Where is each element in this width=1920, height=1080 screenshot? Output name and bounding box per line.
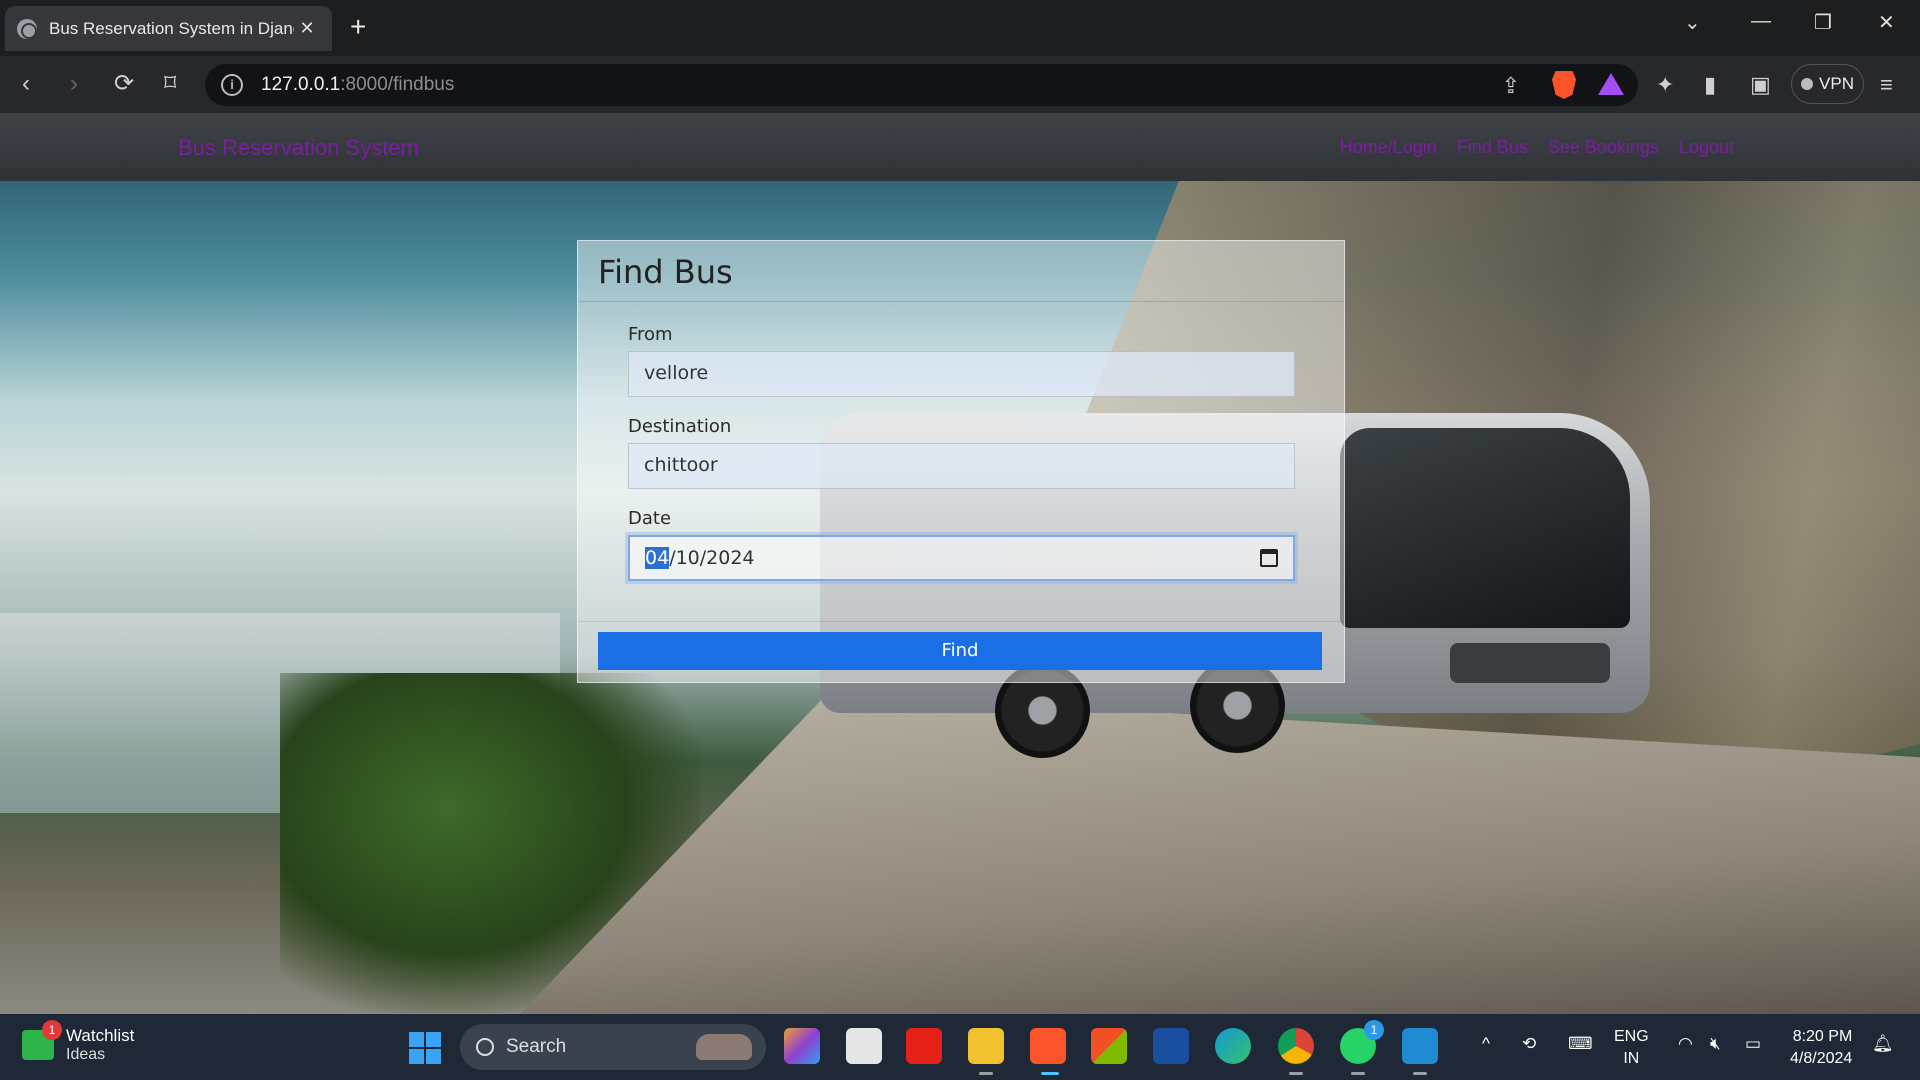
- menu-icon[interactable]: ≡: [1880, 72, 1893, 98]
- calendar-icon[interactable]: [1260, 549, 1278, 567]
- keyboard-icon[interactable]: ⌨: [1568, 1034, 1593, 1054]
- from-field-group: From vellore: [628, 324, 1295, 397]
- vscode-running-indicator: [1413, 1072, 1427, 1075]
- show-hidden-icons-chevron[interactable]: ^: [1482, 1034, 1490, 1054]
- new-tab-button[interactable]: +: [350, 12, 366, 42]
- chrome-running-indicator: [1289, 1072, 1303, 1075]
- globe-icon: [17, 18, 37, 39]
- vpn-button[interactable]: VPN: [1791, 64, 1864, 104]
- share-icon[interactable]: ⇪: [1502, 73, 1520, 99]
- microsoft-store-icon[interactable]: [1091, 1028, 1127, 1064]
- sidebar-toggle-icon[interactable]: ▮: [1704, 72, 1716, 98]
- notification-bell-icon[interactable]: 🔔︎: [1872, 1034, 1894, 1054]
- brave-shields-icon[interactable]: [1552, 71, 1576, 99]
- nav-link-find-bus[interactable]: Find Bus: [1457, 137, 1528, 158]
- taskbar-search[interactable]: Search: [460, 1024, 766, 1070]
- extensions-icon[interactable]: ✦: [1656, 72, 1674, 98]
- url-text[interactable]: 127.0.0.1:8000/findbus: [261, 74, 454, 96]
- site-info-icon[interactable]: i: [221, 74, 243, 96]
- watchlist-badge: 1: [42, 1020, 62, 1040]
- system-clock[interactable]: 8:20 PM 4/8/2024: [1790, 1026, 1852, 1070]
- chrome-browser-icon[interactable]: [1278, 1028, 1314, 1064]
- windows-start-icon[interactable]: [409, 1032, 441, 1064]
- sync-icon[interactable]: ⟲: [1522, 1034, 1536, 1054]
- date-month-segment[interactable]: 04: [645, 547, 670, 569]
- page-title: Find Bus: [598, 253, 733, 291]
- card-footer: Find: [578, 621, 1344, 680]
- from-label: From: [628, 324, 673, 345]
- address-bar[interactable]: i 127.0.0.1:8000/findbus ⇪: [205, 64, 1638, 106]
- bookmark-icon[interactable]: ⌑: [164, 70, 176, 98]
- nav-link-see-bookings[interactable]: See Bookings: [1548, 137, 1659, 158]
- card-header: Find Bus: [578, 241, 1344, 302]
- widget-subtitle: Ideas: [66, 1046, 106, 1063]
- nav-links: Home/Login Find Bus See Bookings Logout: [1340, 137, 1734, 158]
- file-explorer-running-indicator: [979, 1072, 993, 1075]
- search-placeholder: Search: [506, 1036, 567, 1057]
- destination-field-group: Destination chittoor: [628, 416, 1295, 489]
- whatsapp-running-indicator: [1351, 1072, 1365, 1075]
- vpn-status-icon: [1801, 78, 1814, 90]
- destination-label: Destination: [628, 416, 732, 437]
- copilot-app-icon[interactable]: [784, 1028, 820, 1064]
- wallet-icon[interactable]: ▣: [1750, 72, 1771, 98]
- youtube-app-icon[interactable]: [906, 1028, 942, 1064]
- date-value: 04/10/2024: [645, 547, 755, 569]
- forward-button[interactable]: ›: [70, 70, 78, 98]
- task-view-icon[interactable]: [846, 1028, 882, 1064]
- windows-taskbar: 1 Watchlist Ideas Search 1 ^ ⟲ ⌨ ENG IN …: [0, 1014, 1920, 1080]
- date-label: Date: [628, 508, 672, 529]
- search-icon: [476, 1038, 494, 1056]
- tab-search-chevron-icon[interactable]: ⌄: [1684, 10, 1701, 35]
- minimize-button[interactable]: —: [1751, 10, 1771, 33]
- reload-button[interactable]: ⟳: [114, 70, 134, 98]
- back-button[interactable]: ‹: [22, 70, 30, 98]
- card-body: From vellore Destination chittoor Date 0…: [578, 302, 1344, 581]
- from-input[interactable]: vellore: [628, 351, 1295, 397]
- destination-input[interactable]: chittoor: [628, 443, 1295, 489]
- battery-icon[interactable]: ▭: [1745, 1034, 1761, 1054]
- site-brand[interactable]: Bus Reservation System: [178, 135, 419, 161]
- search-highlight-image: [696, 1034, 752, 1060]
- edge-browser-icon[interactable]: [1215, 1028, 1251, 1064]
- vscode-app-icon[interactable]: [1402, 1028, 1438, 1064]
- brave-rewards-icon[interactable]: [1598, 73, 1624, 95]
- date-field-group: Date 04/10/2024: [628, 508, 1295, 581]
- w-app-icon[interactable]: [1153, 1028, 1189, 1064]
- restore-button[interactable]: ❐: [1814, 10, 1832, 35]
- input-language[interactable]: ENG IN: [1614, 1026, 1649, 1070]
- whatsapp-app-icon[interactable]: 1: [1340, 1020, 1384, 1064]
- file-explorer-icon[interactable]: [968, 1028, 1004, 1064]
- web-page: Bus Reservation System Home/Login Find B…: [0, 113, 1920, 1014]
- site-navbar: Bus Reservation System Home/Login Find B…: [0, 113, 1920, 181]
- find-bus-card: Find Bus From vellore Destination chitto…: [577, 240, 1345, 683]
- date-input[interactable]: 04/10/2024: [628, 535, 1295, 581]
- wifi-icon[interactable]: ◠: [1678, 1034, 1693, 1054]
- browser-tab-active[interactable]: Bus Reservation System in Djang ✕: [5, 6, 332, 51]
- tab-title: Bus Reservation System in Djang: [49, 18, 294, 38]
- browser-toolbar: ‹ › ⟳ ⌑ i 127.0.0.1:8000/findbus ⇪ ✦ ▮ ▣…: [0, 56, 1920, 113]
- whatsapp-badge: 1: [1364, 1020, 1384, 1040]
- close-window-button[interactable]: ✕: [1878, 10, 1895, 35]
- tab-close-icon[interactable]: ✕: [294, 18, 320, 39]
- brave-active-indicator: [1041, 1072, 1059, 1075]
- date-rest-segment[interactable]: /10/2024: [669, 547, 754, 569]
- nav-link-home-login[interactable]: Home/Login: [1340, 137, 1437, 158]
- find-button[interactable]: Find: [598, 632, 1322, 670]
- brave-browser-icon[interactable]: [1030, 1028, 1066, 1064]
- watchlist-widget[interactable]: 1 Watchlist Ideas: [22, 1020, 135, 1064]
- nav-link-logout[interactable]: Logout: [1679, 137, 1734, 158]
- browser-tab-strip: Bus Reservation System in Djang ✕ + ⌄ — …: [0, 0, 1920, 56]
- stock-chart-icon: 1: [22, 1020, 62, 1060]
- volume-muted-icon[interactable]: 🔇︎: [1710, 1034, 1721, 1054]
- widget-title: Watchlist: [66, 1026, 135, 1045]
